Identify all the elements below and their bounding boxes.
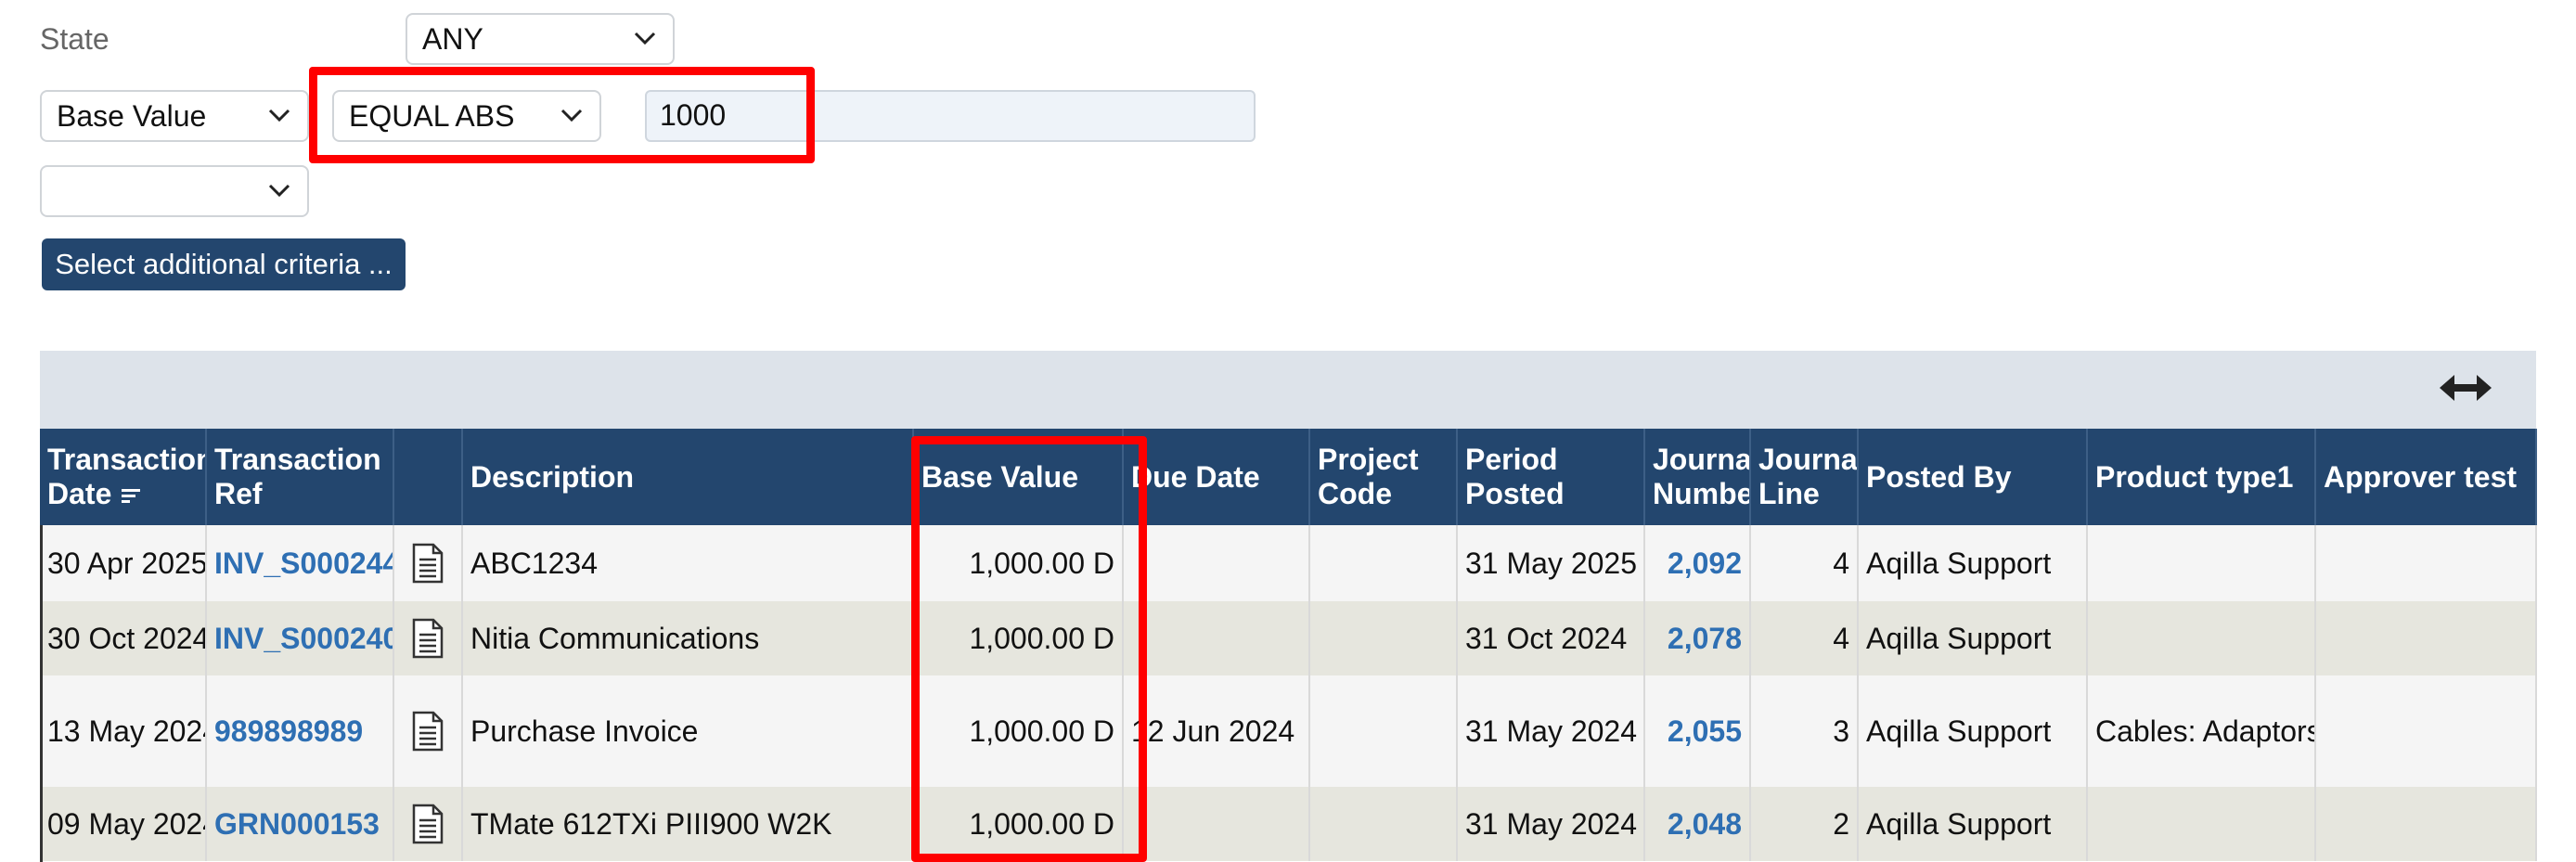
col-journal-line[interactable]: Journal Line (1750, 429, 1859, 525)
cell-base-value: 1,000.00 D (913, 525, 1124, 601)
document-icon[interactable] (411, 543, 444, 584)
transactions-table: Transaction Date Transaction Ref Descript… (40, 429, 2537, 861)
cell-posted-by: Aqilla Support (1858, 601, 2088, 675)
cell-period-posted: 31 Oct 2024 (1457, 601, 1645, 675)
cell-project-code (1309, 601, 1458, 675)
cell-posted-by: Aqilla Support (1858, 787, 2088, 861)
cell-ref-link[interactable]: INV_S000244 (206, 525, 394, 601)
chevron-down-icon (268, 184, 290, 198)
col-base-value[interactable]: Base Value (913, 429, 1124, 525)
cell-date: 13 May 2024 (40, 675, 207, 787)
cell-journal-line: 2 (1750, 787, 1859, 861)
col-project-code[interactable]: Project Code (1309, 429, 1458, 525)
col-approver-test[interactable]: Approver test (2315, 429, 2537, 525)
cell-posted-by: Aqilla Support (1858, 525, 2088, 601)
cell-approver-test (2315, 601, 2537, 675)
col-due-date[interactable]: Due Date (1123, 429, 1310, 525)
cell-approver-test (2315, 675, 2537, 787)
cell-journal-number-link[interactable]: 2,078 (1644, 601, 1751, 675)
col-transaction-date[interactable]: Transaction Date (40, 429, 207, 525)
cell-journal-line: 4 (1750, 525, 1859, 601)
table-row[interactable]: 09 May 2024 GRN000153 TMate 612TXi PIII9… (40, 787, 2537, 861)
table-row[interactable]: 30 Oct 2024 INV_S000240 Nitia Communicat… (40, 601, 2537, 675)
document-icon[interactable] (411, 804, 444, 844)
cell-product-type1 (2087, 601, 2316, 675)
col-product-type1[interactable]: Product type1 (2087, 429, 2316, 525)
cell-date: 09 May 2024 (40, 787, 207, 861)
cell-project-code (1309, 525, 1458, 601)
cell-base-value: 1,000.00 D (913, 675, 1124, 787)
cell-base-value: 1,000.00 D (913, 601, 1124, 675)
sort-descending-icon[interactable] (120, 485, 142, 508)
cell-date: 30 Oct 2024 (40, 601, 207, 675)
operator-select-value: EQUAL ABS (349, 99, 515, 133)
select-additional-criteria-button[interactable]: Select additional criteria ... (42, 238, 406, 290)
extra-criteria-select[interactable] (40, 165, 309, 217)
expand-horizontal-icon[interactable] (2438, 367, 2493, 408)
cell-ref-link[interactable]: INV_S000240 (206, 601, 394, 675)
col-transaction-ref[interactable]: Transaction Ref (206, 429, 394, 525)
criteria-value-input[interactable]: 1000 (645, 90, 1256, 142)
cell-doc[interactable] (393, 787, 463, 861)
field-select-value: Base Value (57, 99, 207, 133)
cell-base-value: 1,000.00 D (913, 787, 1124, 861)
col-posted-by[interactable]: Posted By (1858, 429, 2088, 525)
cell-due-date: 12 Jun 2024 (1123, 675, 1310, 787)
cell-description: Purchase Invoice (462, 675, 914, 787)
table-header-row: Transaction Date Transaction Ref Descript… (40, 429, 2537, 525)
cell-due-date (1123, 601, 1310, 675)
col-journal-number[interactable]: JournalNumber (1644, 429, 1751, 525)
cell-period-posted: 31 May 2024 (1457, 675, 1645, 787)
grid-toolbar (40, 351, 2536, 429)
cell-approver-test (2315, 525, 2537, 601)
operator-select[interactable]: EQUAL ABS (332, 90, 601, 142)
cell-journal-number-link[interactable]: 2,092 (1644, 525, 1751, 601)
cell-product-type1 (2087, 787, 2316, 861)
cell-journal-line: 4 (1750, 601, 1859, 675)
col-doc (393, 429, 463, 525)
state-select[interactable]: ANY (406, 13, 675, 65)
cell-date: 30 Apr 2025 (40, 525, 207, 601)
cell-ref-link[interactable]: GRN000153 (206, 787, 394, 861)
cell-project-code (1309, 787, 1458, 861)
cell-product-type1 (2087, 525, 2316, 601)
cell-period-posted: 31 May 2025 (1457, 525, 1645, 601)
cell-approver-test (2315, 787, 2537, 861)
cell-journal-line: 3 (1750, 675, 1859, 787)
chevron-down-icon (634, 32, 656, 45)
field-select[interactable]: Base Value (40, 90, 309, 142)
document-icon[interactable] (411, 711, 444, 752)
cell-doc[interactable] (393, 675, 463, 787)
table-row[interactable]: 30 Apr 2025 INV_S000244 ABC1234 1,000.00… (40, 525, 2537, 601)
cell-doc[interactable] (393, 525, 463, 601)
state-label: State (40, 22, 109, 56)
cell-description: ABC1234 (462, 525, 914, 601)
cell-period-posted: 31 May 2024 (1457, 787, 1645, 861)
cell-product-type1: Cables: Adaptors & Convertors (2087, 675, 2316, 787)
col-period-posted[interactable]: Period Posted (1457, 429, 1645, 525)
cell-doc[interactable] (393, 601, 463, 675)
chevron-down-icon (560, 109, 583, 122)
table-row[interactable]: 13 May 2024 989898989 Purchase Invoice 1… (40, 675, 2537, 787)
cell-description: TMate 612TXi PIII900 W2K (462, 787, 914, 861)
cell-due-date (1123, 525, 1310, 601)
cell-project-code (1309, 675, 1458, 787)
cell-journal-number-link[interactable]: 2,055 (1644, 675, 1751, 787)
cell-journal-number-link[interactable]: 2,048 (1644, 787, 1751, 861)
state-select-value: ANY (422, 22, 483, 56)
cell-posted-by: Aqilla Support (1858, 675, 2088, 787)
grid-left-border (40, 525, 43, 862)
chevron-down-icon (268, 109, 290, 122)
cell-due-date (1123, 787, 1310, 861)
col-description[interactable]: Description (462, 429, 914, 525)
cell-ref-link[interactable]: 989898989 (206, 675, 394, 787)
document-icon[interactable] (411, 618, 444, 659)
cell-description: Nitia Communications (462, 601, 914, 675)
